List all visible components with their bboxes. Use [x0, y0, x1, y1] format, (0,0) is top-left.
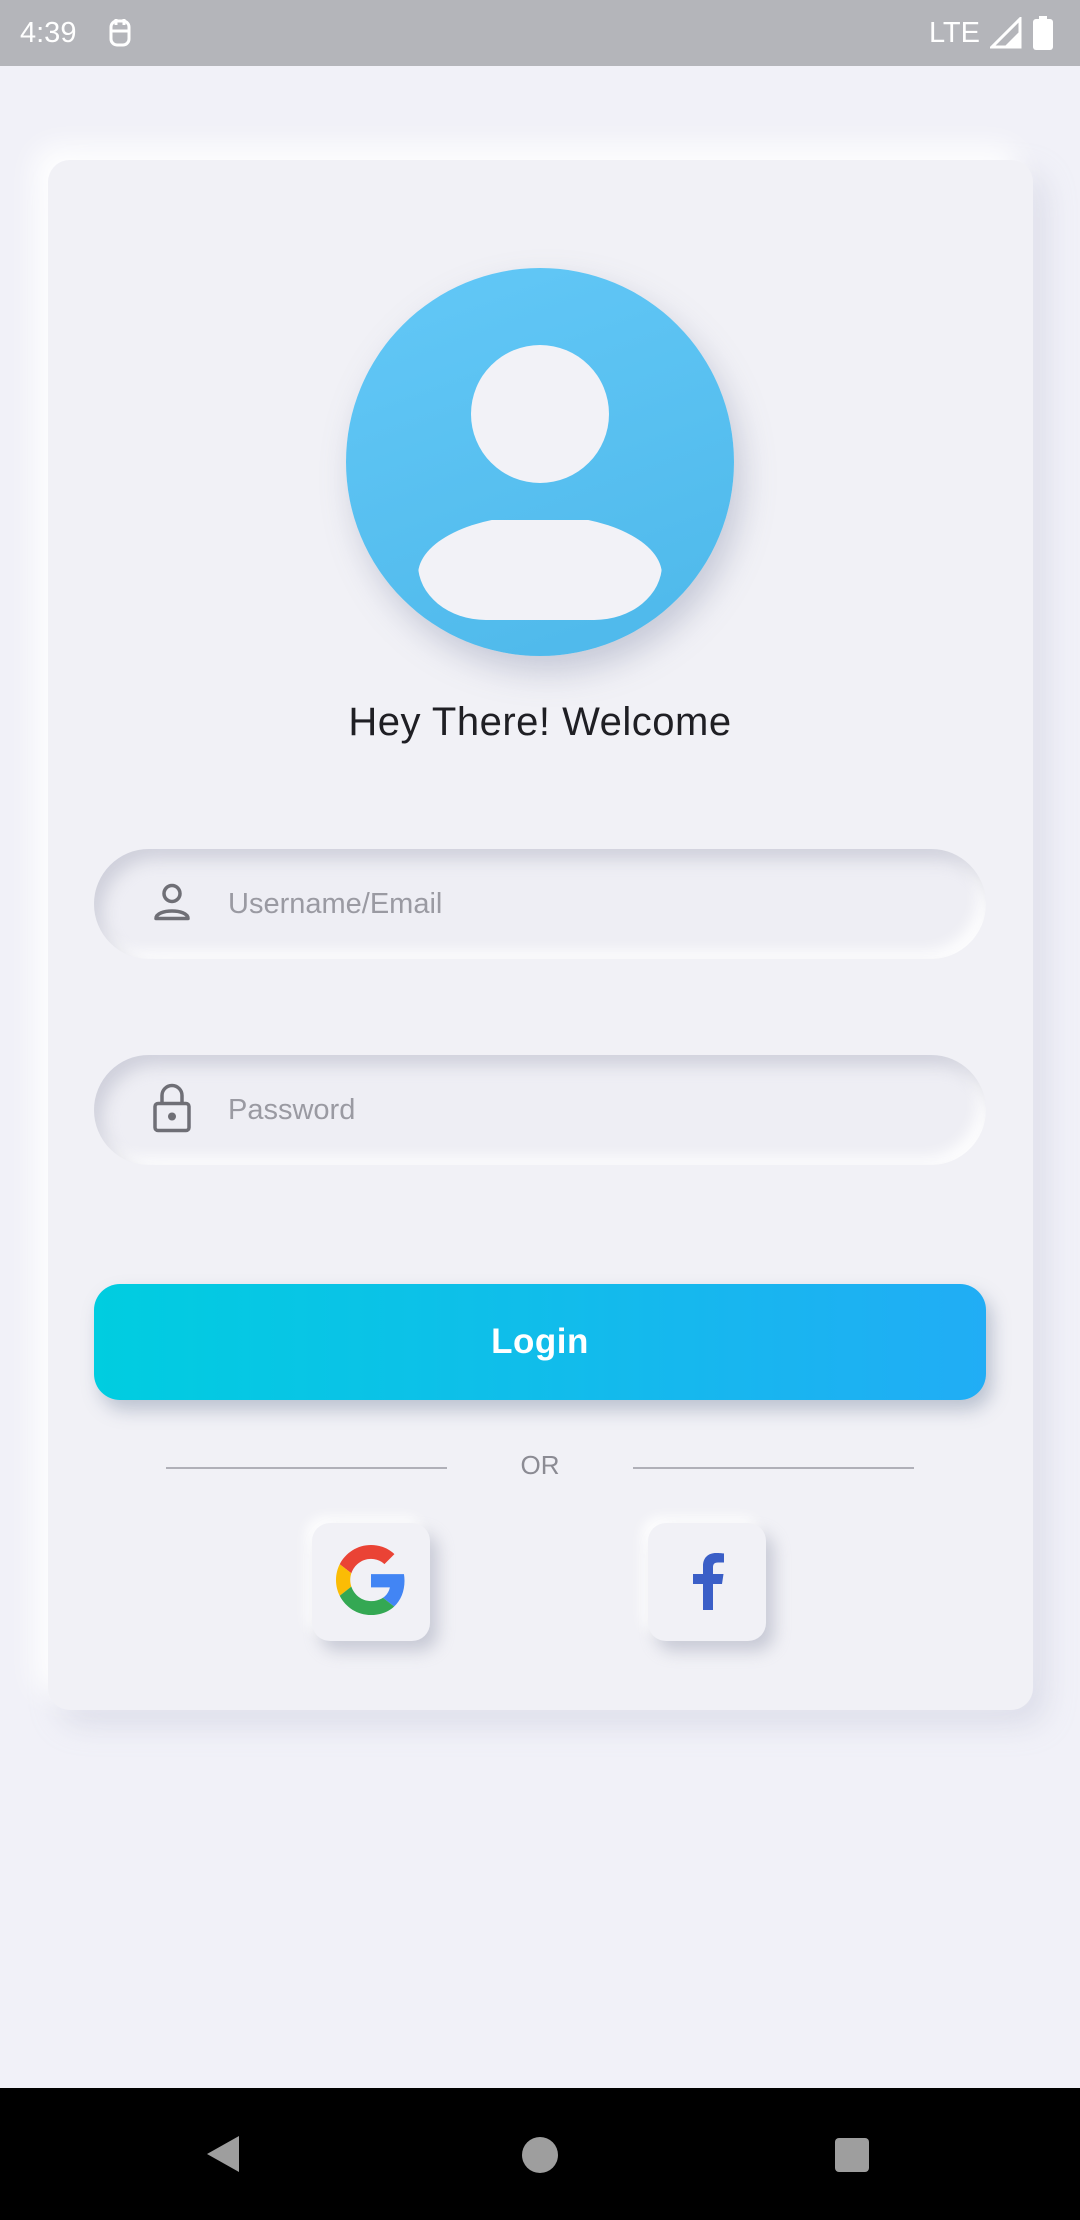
divider-line-right — [633, 1467, 914, 1469]
home-icon[interactable] — [522, 2137, 558, 2173]
status-bar: 4:39 LTE — [0, 0, 1080, 66]
welcome-title: Hey There! Welcome — [348, 700, 732, 744]
back-icon[interactable] — [205, 2134, 241, 2179]
password-field[interactable] — [94, 1055, 986, 1165]
lock-icon — [152, 1083, 192, 1138]
signal-icon — [990, 17, 1022, 49]
login-button[interactable]: Login — [94, 1284, 986, 1400]
username-input[interactable] — [228, 849, 948, 959]
recents-icon[interactable] — [835, 2138, 869, 2172]
google-logo-icon — [336, 1544, 406, 1620]
facebook-login-button[interactable] — [648, 1523, 766, 1641]
person-icon — [152, 882, 192, 927]
system-nav-bar — [0, 2088, 1080, 2220]
facebook-logo-icon — [687, 1550, 727, 1615]
login-screen: 4:39 LTE Hey There! Welcome Username/Ema… — [0, 0, 1080, 2220]
battery-icon — [1032, 16, 1054, 50]
status-time: 4:39 — [20, 16, 77, 49]
google-login-button[interactable] — [312, 1523, 430, 1641]
password-input[interactable] — [228, 1055, 948, 1165]
notification-icon — [106, 17, 134, 49]
username-field[interactable] — [94, 849, 986, 959]
network-type: LTE — [928, 16, 980, 49]
divider-line-left — [166, 1467, 447, 1469]
avatar-icon — [346, 268, 734, 656]
or-divider-label: OR — [520, 1450, 560, 1480]
